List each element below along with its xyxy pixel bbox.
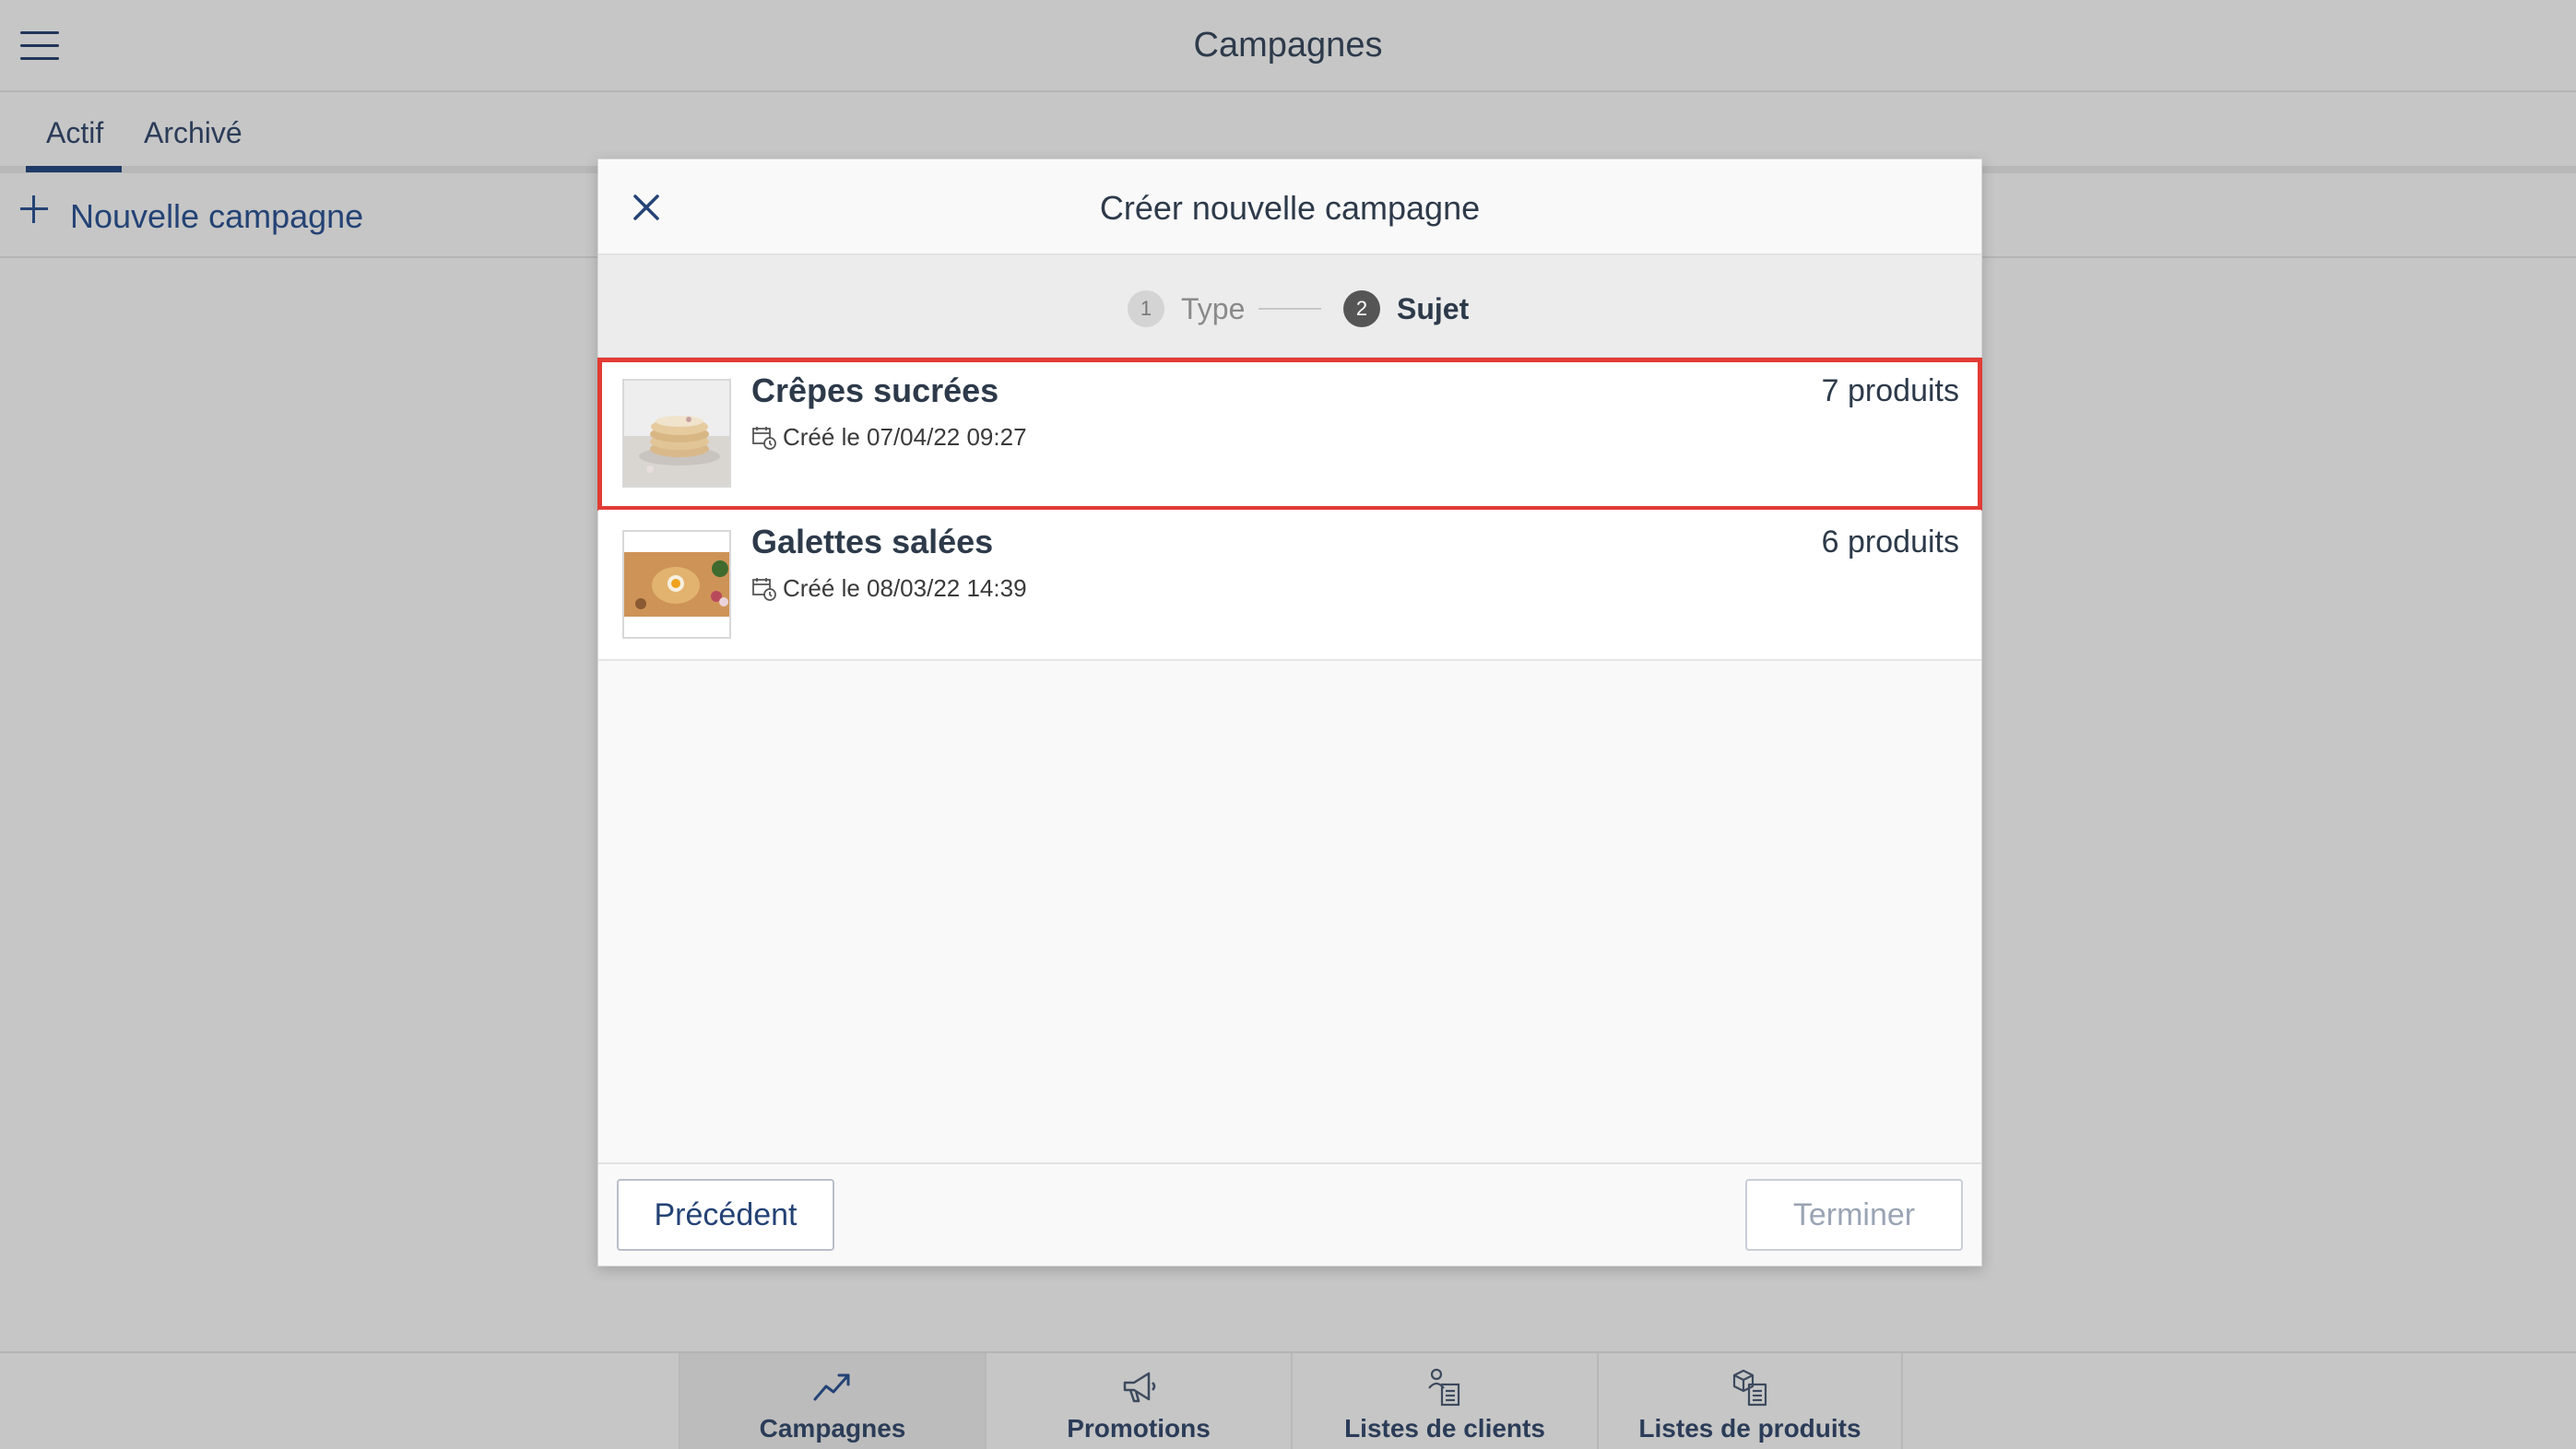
nav-item-campagnes[interactable]: Campagnes — [679, 1353, 985, 1449]
create-campaign-dialog: Créer nouvelle campagne 1 Type 2 Sujet C… — [597, 159, 1982, 1266]
bottom-navigation: Campagnes Promotions Listes de clients L… — [0, 1351, 2576, 1449]
product-list-icon — [1732, 1369, 1767, 1407]
dialog-header: Créer nouvelle campagne — [598, 159, 1981, 255]
step-connector — [1258, 308, 1321, 310]
dialog-title: Créer nouvelle campagne — [1099, 189, 1481, 227]
item-created-date: Créé le 07/04/22 09:27 — [751, 423, 1027, 452]
thumbnail-image — [622, 530, 731, 639]
nav-item-promotions[interactable]: Promotions — [985, 1353, 1291, 1449]
nav-label: Listes de clients — [1344, 1414, 1545, 1443]
nav-label: Promotions — [1067, 1414, 1211, 1443]
nav-item-listes-clients[interactable]: Listes de clients — [1291, 1353, 1597, 1449]
nav-label: Listes de produits — [1638, 1414, 1861, 1443]
step-label: Type — [1181, 291, 1246, 325]
new-campaign-label: Nouvelle campagne — [70, 197, 364, 235]
stepper: 1 Type 2 Sujet — [598, 255, 1981, 359]
item-product-count: 6 produits — [1821, 524, 1959, 560]
tab-archive[interactable]: Archivé — [144, 116, 242, 150]
subject-list: Crêpes sucrées Créé le 07/04/22 09:27 7 … — [597, 358, 1982, 1122]
app-header: Campagnes — [0, 0, 2576, 92]
dialog-footer: Précédent Terminer — [598, 1162, 1981, 1266]
step-sujet: 2 Sujet — [1343, 290, 1469, 327]
calendar-clock-icon — [752, 577, 776, 601]
trend-up-icon — [813, 1373, 850, 1401]
nav-label: Campagnes — [759, 1414, 906, 1443]
item-meta-text: Créé le 08/03/22 14:39 — [783, 574, 1027, 602]
item-title: Galettes salées — [751, 523, 994, 560]
tab-actif[interactable]: Actif — [25, 116, 123, 172]
step-number: 2 — [1343, 290, 1380, 327]
step-label: Sujet — [1397, 291, 1470, 325]
customer-list-icon — [1428, 1368, 1460, 1407]
item-product-count: 7 produits — [1821, 373, 1959, 408]
thumbnail-image — [622, 379, 731, 488]
plus-icon — [20, 195, 48, 223]
item-created-date: Créé le 08/03/22 14:39 — [751, 574, 1027, 603]
list-item[interactable]: Crêpes sucrées Créé le 07/04/22 09:27 7 … — [597, 358, 1982, 511]
item-title: Crêpes sucrées — [751, 371, 999, 409]
step-type[interactable]: 1 Type — [1128, 290, 1245, 327]
list-item[interactable]: Galettes salées Créé le 08/03/22 14:39 6… — [598, 510, 1981, 661]
page-title: Campagnes — [1193, 26, 1383, 65]
calendar-clock-icon — [752, 426, 776, 450]
nav-item-listes-produits[interactable]: Listes de produits — [1597, 1353, 1903, 1449]
previous-button[interactable]: Précédent — [617, 1179, 834, 1251]
finish-button[interactable]: Terminer — [1745, 1179, 1963, 1251]
step-number: 1 — [1128, 290, 1164, 327]
item-meta-text: Créé le 07/04/22 09:27 — [783, 423, 1027, 451]
megaphone-icon — [1123, 1372, 1156, 1403]
